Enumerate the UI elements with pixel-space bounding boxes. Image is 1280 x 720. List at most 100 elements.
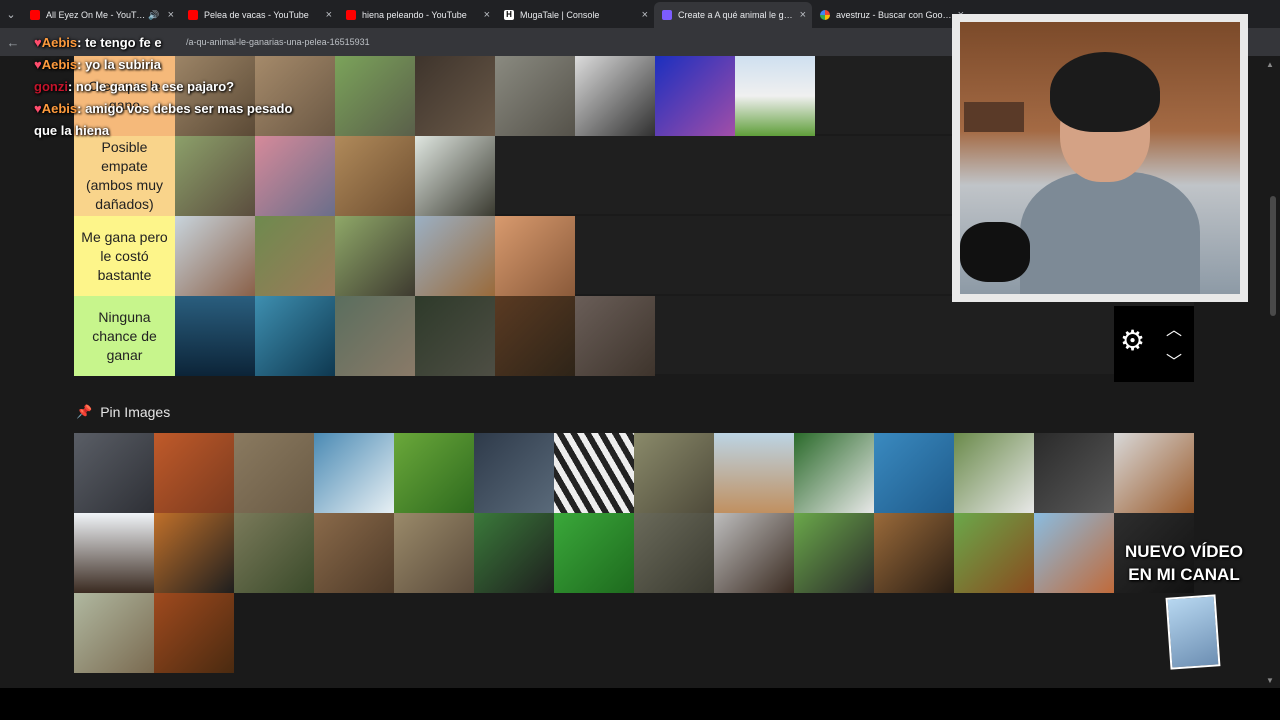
flamingo-image[interactable]: [474, 433, 554, 513]
streamer-body: [1020, 172, 1200, 294]
tarantula-image[interactable]: [714, 513, 794, 593]
tier-images: [175, 136, 495, 216]
hippo-image[interactable]: [575, 296, 655, 376]
tier-controls: ⚙ ︿ ﹀: [1114, 306, 1194, 382]
scrollbar[interactable]: [1270, 56, 1278, 684]
ostrich-image[interactable]: [255, 136, 335, 216]
dolphin-image[interactable]: [874, 433, 954, 513]
tab-favicon-icon: [662, 10, 672, 20]
chat-message: gonzi: no le ganas a ese pajaro?: [34, 76, 294, 98]
panda-image[interactable]: [794, 433, 874, 513]
heart-badge-icon: ♥: [34, 101, 42, 116]
close-tab-icon[interactable]: ×: [642, 9, 648, 21]
tier-images: [175, 296, 655, 376]
promo-line-1: NUEVO VÍDEO: [1124, 542, 1244, 561]
close-tab-icon[interactable]: ×: [484, 9, 490, 21]
parrot-image[interactable]: [394, 433, 474, 513]
chevron-up-icon[interactable]: ︿: [1164, 316, 1184, 340]
porcupine-image[interactable]: [394, 513, 474, 593]
close-tab-icon[interactable]: ×: [326, 9, 332, 21]
lion-family-image[interactable]: [314, 513, 394, 593]
tier-label[interactable]: Me gana pero le costó bastante: [74, 216, 175, 296]
webcam-feed: [960, 22, 1240, 294]
tab-audio-icon[interactable]: 🔊: [148, 10, 159, 21]
tab-2[interactable]: hiena peleando - YouTube ×: [338, 2, 496, 28]
chevron-down-icon[interactable]: ﹀: [1164, 348, 1184, 372]
polar-bear-image[interactable]: [314, 433, 394, 513]
deer-image[interactable]: [415, 216, 495, 296]
close-tab-icon[interactable]: ×: [168, 9, 174, 21]
chat-message: ♥Aebis: yo la subiria: [34, 54, 294, 76]
heart-badge-icon: ♥: [34, 57, 42, 72]
elephant-image[interactable]: [335, 296, 415, 376]
horse-image[interactable]: [1114, 433, 1194, 513]
chat-message: ♥Aebis: te tengo fe e: [34, 32, 294, 54]
tier-label[interactable]: Ninguna chance de ganar: [74, 296, 175, 376]
bear-image[interactable]: [495, 296, 575, 376]
magpie-image[interactable]: [794, 513, 874, 593]
promo-line-2: EN MI CANAL: [1128, 565, 1240, 584]
cow-image[interactable]: [735, 56, 815, 136]
crow-image[interactable]: [575, 56, 655, 136]
gear-icon[interactable]: ⚙: [1120, 327, 1146, 355]
chat-text: : te tengo fe e: [77, 35, 162, 50]
bull-image[interactable]: [954, 513, 1034, 593]
chat-text: : no le ganas a ese pajaro?: [67, 79, 235, 94]
buffalo-image[interactable]: [335, 216, 415, 296]
seal-image[interactable]: [234, 433, 314, 513]
anteater-image[interactable]: [415, 136, 495, 216]
back-arrow-icon[interactable]: ←: [0, 35, 26, 50]
gorilla-image[interactable]: [415, 296, 495, 376]
frog-image[interactable]: [554, 513, 634, 593]
tab-title: Create a A qué animal le ganarías: [678, 10, 796, 20]
webcam-background-shelf: [964, 102, 1024, 132]
octopus-image[interactable]: [655, 56, 735, 136]
tab-favicon-icon: H: [504, 10, 514, 20]
tab-title: Pelea de vacas - YouTube: [204, 10, 309, 20]
wild-boar-image[interactable]: [415, 56, 495, 136]
hippo-small-image[interactable]: [495, 56, 575, 136]
cougar-image[interactable]: [74, 593, 154, 673]
eagle-image[interactable]: [74, 513, 154, 593]
tier-label[interactable]: Posible empate (ambos muy dañados): [74, 136, 175, 216]
tab-0[interactable]: All Eyez On Me - YouTube 🔊 ×: [22, 2, 180, 28]
crocodile-image[interactable]: [234, 513, 314, 593]
killer-whale-image[interactable]: [175, 296, 255, 376]
kangaroo-image[interactable]: [255, 216, 335, 296]
tab-menu-icon[interactable]: ⌄: [0, 0, 22, 28]
tab-favicon-icon: [188, 10, 198, 20]
python-image[interactable]: [335, 136, 415, 216]
rabbit-image[interactable]: [954, 433, 1034, 513]
shark-image[interactable]: [255, 296, 335, 376]
tiger-image[interactable]: [154, 513, 234, 593]
app: ⌄ All Eyez On Me - YouTube 🔊 × Pelea de vac…: [0, 0, 1280, 720]
chat-text: : yo la subiria: [77, 57, 161, 72]
scroll-down-arrow-icon[interactable]: ▼: [1266, 676, 1274, 685]
emu-image[interactable]: [175, 136, 255, 216]
pitbull-image[interactable]: [495, 216, 575, 296]
tortoise-image[interactable]: [335, 56, 415, 136]
orangutan-2-image[interactable]: [154, 593, 234, 673]
rhino-image[interactable]: [74, 433, 154, 513]
zebra-image[interactable]: [554, 433, 634, 513]
tab-4[interactable]: Create a A qué animal le ganarías ×: [654, 2, 812, 28]
lion-image[interactable]: [874, 513, 954, 593]
promo-thumbnail[interactable]: [1165, 594, 1221, 670]
bat-image[interactable]: [1034, 513, 1114, 593]
walrus-image[interactable]: [175, 216, 255, 296]
toucan-image[interactable]: [474, 513, 554, 593]
tab-5[interactable]: avestruz - Buscar con Google×: [812, 2, 970, 28]
close-tab-icon[interactable]: ×: [800, 9, 806, 21]
pin-images-title: Pin Images: [100, 404, 171, 420]
giraffe-image[interactable]: [714, 433, 794, 513]
orangutan-image[interactable]: [154, 433, 234, 513]
tab-3[interactable]: H MugaTale | Console ×: [496, 2, 654, 28]
stream-chat-overlay: ♥Aebis: te tengo fe e ♥Aebis: yo la subir…: [34, 32, 294, 142]
image-pool: [74, 433, 1194, 673]
wolf-image[interactable]: [1034, 433, 1114, 513]
komodo-image[interactable]: [634, 513, 714, 593]
scrollbar-thumb[interactable]: [1270, 196, 1276, 316]
tab-1[interactable]: Pelea de vacas - YouTube ×: [180, 2, 338, 28]
owl-image[interactable]: [634, 433, 714, 513]
tab-title: MugaTale | Console: [520, 10, 600, 20]
